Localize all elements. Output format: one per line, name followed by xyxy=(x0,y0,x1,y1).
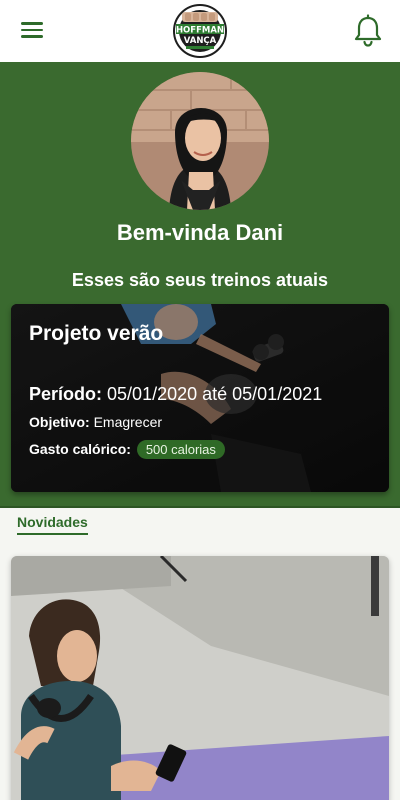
workout-title: Projeto verão xyxy=(29,322,164,345)
bell-icon[interactable] xyxy=(352,14,384,48)
greeting-heading: Bem-vinda Dani xyxy=(116,220,284,245)
workout-period: Período: 05/01/2020 até 05/01/2021 xyxy=(29,384,322,405)
news-card[interactable] xyxy=(11,556,389,800)
profile-hero: Bem-vinda Dani Esses são seus treinos at… xyxy=(0,62,400,508)
news-card-photo xyxy=(11,556,389,800)
period-label: Período: xyxy=(29,384,103,404)
app-bar: HOFFMAN VANÇA xyxy=(0,0,400,62)
workout-card[interactable]: Projeto verão Período: 05/01/2020 até 05… xyxy=(11,304,389,492)
calories-badge: 500 calorias xyxy=(136,440,225,459)
avatar[interactable] xyxy=(131,72,269,210)
svg-text:VANÇA: VANÇA xyxy=(184,36,217,46)
brand-logo: HOFFMAN VANÇA xyxy=(172,4,228,58)
workout-goal: Objetivo: Emagrecer xyxy=(29,414,162,430)
workout-calories: Gasto calórico: 500 calorias xyxy=(29,440,225,459)
goal-value: Emagrecer xyxy=(93,414,163,430)
menu-icon[interactable] xyxy=(18,18,46,44)
current-workouts-subtitle: Esses são seus treinos atuais xyxy=(71,270,329,290)
svg-text:HOFFMAN: HOFFMAN xyxy=(176,26,224,36)
goal-label: Objetivo: xyxy=(29,414,90,430)
calories-label: Gasto calórico: xyxy=(29,441,131,457)
tab-news[interactable]: Novidades xyxy=(17,514,88,535)
period-value: 05/01/2020 até 05/01/2021 xyxy=(107,384,323,404)
